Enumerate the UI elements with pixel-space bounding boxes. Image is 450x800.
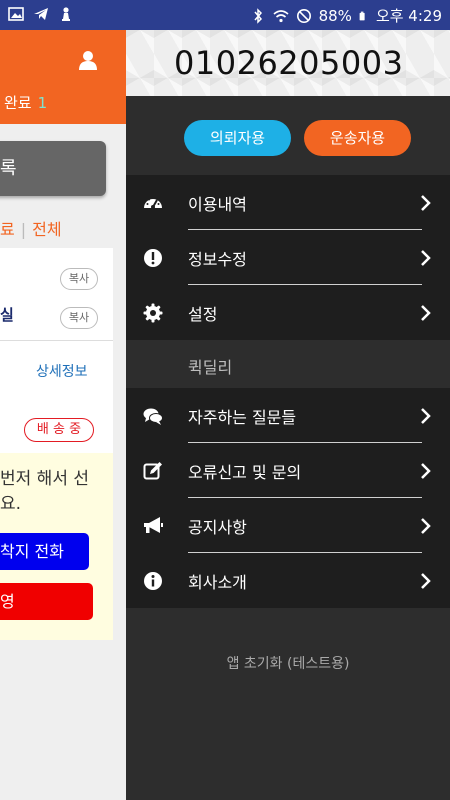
menu-label: 이용내역 xyxy=(188,195,247,214)
notice-line: 요. xyxy=(0,494,22,514)
menu-item-usage-history[interactable]: 이용내역 xyxy=(126,175,450,230)
pawn-icon xyxy=(62,7,70,21)
chevron-right-icon xyxy=(421,250,431,266)
status-bar: 88% 오후 4:29 xyxy=(0,0,450,30)
gear-icon xyxy=(143,303,163,323)
client-mode-button[interactable]: 의뢰자용 xyxy=(184,120,291,156)
menu-label: 정보수정 xyxy=(188,250,247,269)
bluetooth-icon xyxy=(254,7,262,24)
telegram-icon xyxy=(34,8,48,20)
menu-label: 설정 xyxy=(188,305,218,324)
drawer-header: 01026205003 xyxy=(126,30,450,96)
wifi-icon xyxy=(273,9,289,22)
menu-label: 자주하는 질문들 xyxy=(188,408,297,427)
battery-percent: 88% xyxy=(318,6,352,25)
call-destination-button[interactable]: 착지 전화 xyxy=(0,533,89,570)
chevron-right-icon xyxy=(421,305,431,321)
edit-icon xyxy=(143,462,162,480)
navigation-drawer: 01026205003 의뢰자용 운송자용 이용내역 정보수정 설정 퀵딜리 자… xyxy=(126,30,450,800)
app-header: 완료 1 xyxy=(0,30,126,124)
copy-button[interactable]: 복사 xyxy=(60,268,98,290)
filter-done-tab[interactable]: 료 xyxy=(0,220,15,239)
menu-item-faq[interactable]: 자주하는 질문들 xyxy=(126,388,450,443)
exclamation-icon xyxy=(144,249,162,267)
chevron-right-icon xyxy=(421,463,431,479)
gallery-icon xyxy=(8,7,24,21)
do-not-disturb-icon xyxy=(296,8,311,23)
filter-all-tab[interactable]: 전체 xyxy=(32,220,61,239)
speedometer-icon xyxy=(144,196,162,209)
place-name: 실 xyxy=(0,306,14,324)
menu-label: 오류신고 및 문의 xyxy=(188,463,302,482)
divider xyxy=(0,340,113,341)
megaphone-icon xyxy=(144,517,163,533)
account-menu: 이용내역 정보수정 설정 xyxy=(126,175,450,340)
chevron-right-icon xyxy=(421,195,431,211)
user-icon[interactable] xyxy=(78,50,98,70)
menu-label: 공지사항 xyxy=(188,518,247,537)
driver-mode-button[interactable]: 운송자용 xyxy=(304,120,411,156)
battery-icon xyxy=(359,11,365,20)
menu-item-settings[interactable]: 설정 xyxy=(126,285,450,340)
chat-bubbles-icon xyxy=(143,408,163,425)
notice-text: 번저 해서 선 요. xyxy=(0,467,89,517)
chevron-right-icon xyxy=(421,573,431,589)
chevron-right-icon xyxy=(421,518,431,534)
notice-line: 번저 해서 선 xyxy=(0,469,90,489)
section-title: 퀵딜리 xyxy=(188,358,233,377)
completed-label: 완료 xyxy=(4,94,32,112)
copy-button[interactable]: 복사 xyxy=(60,307,98,329)
completed-count: 1 xyxy=(37,94,48,112)
reset-app-link[interactable]: 앱 초기화 (테스트용) xyxy=(126,653,450,673)
menu-label: 회사소개 xyxy=(188,573,247,592)
phone-number: 01026205003 xyxy=(174,44,404,82)
menu-item-notices[interactable]: 공지사항 xyxy=(126,498,450,553)
info-icon xyxy=(144,572,162,590)
chevron-right-icon xyxy=(421,408,431,424)
filter-tabs: 료 | 전체 xyxy=(0,216,62,240)
menu-item-report-error[interactable]: 오류신고 및 문의 xyxy=(126,443,450,498)
filter-separator: | xyxy=(20,220,27,239)
menu-item-edit-info[interactable]: 정보수정 xyxy=(126,230,450,285)
completed-counter: 완료 1 xyxy=(4,92,47,113)
support-menu: 자주하는 질문들 오류신고 및 문의 공지사항 회사소개 xyxy=(126,388,450,608)
red-action-button[interactable]: 영 xyxy=(0,583,93,620)
menu-item-company-info[interactable]: 회사소개 xyxy=(126,553,450,608)
register-button[interactable]: 록 xyxy=(0,141,106,196)
status-badge: 배 송 중 xyxy=(24,418,94,442)
clock: 오후 4:29 xyxy=(375,7,442,25)
background-app: 완료 1 록 료 | 전체 복사 복사 실 상세정보 배 송 중 번저 해서 선 요.… xyxy=(0,30,126,800)
detail-link[interactable]: 상세정보 xyxy=(36,361,88,381)
